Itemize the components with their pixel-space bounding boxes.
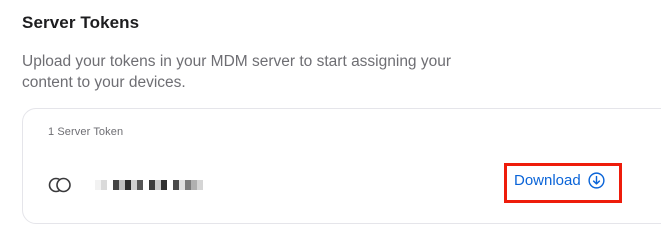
section-title: Server Tokens [22,13,140,32]
section-description: Upload your tokens in your MDM server to… [22,53,452,91]
token-count-label: 1 Server Token [48,126,124,138]
download-circle-arrow-icon [588,172,605,189]
toggle-circles-icon [48,177,71,193]
download-label: Download [514,172,581,189]
token-name-redacted [95,180,203,190]
server-token-card: 1 Server Token Download [22,108,661,224]
download-button[interactable]: Download [514,172,605,189]
token-row: Download [23,163,661,203]
